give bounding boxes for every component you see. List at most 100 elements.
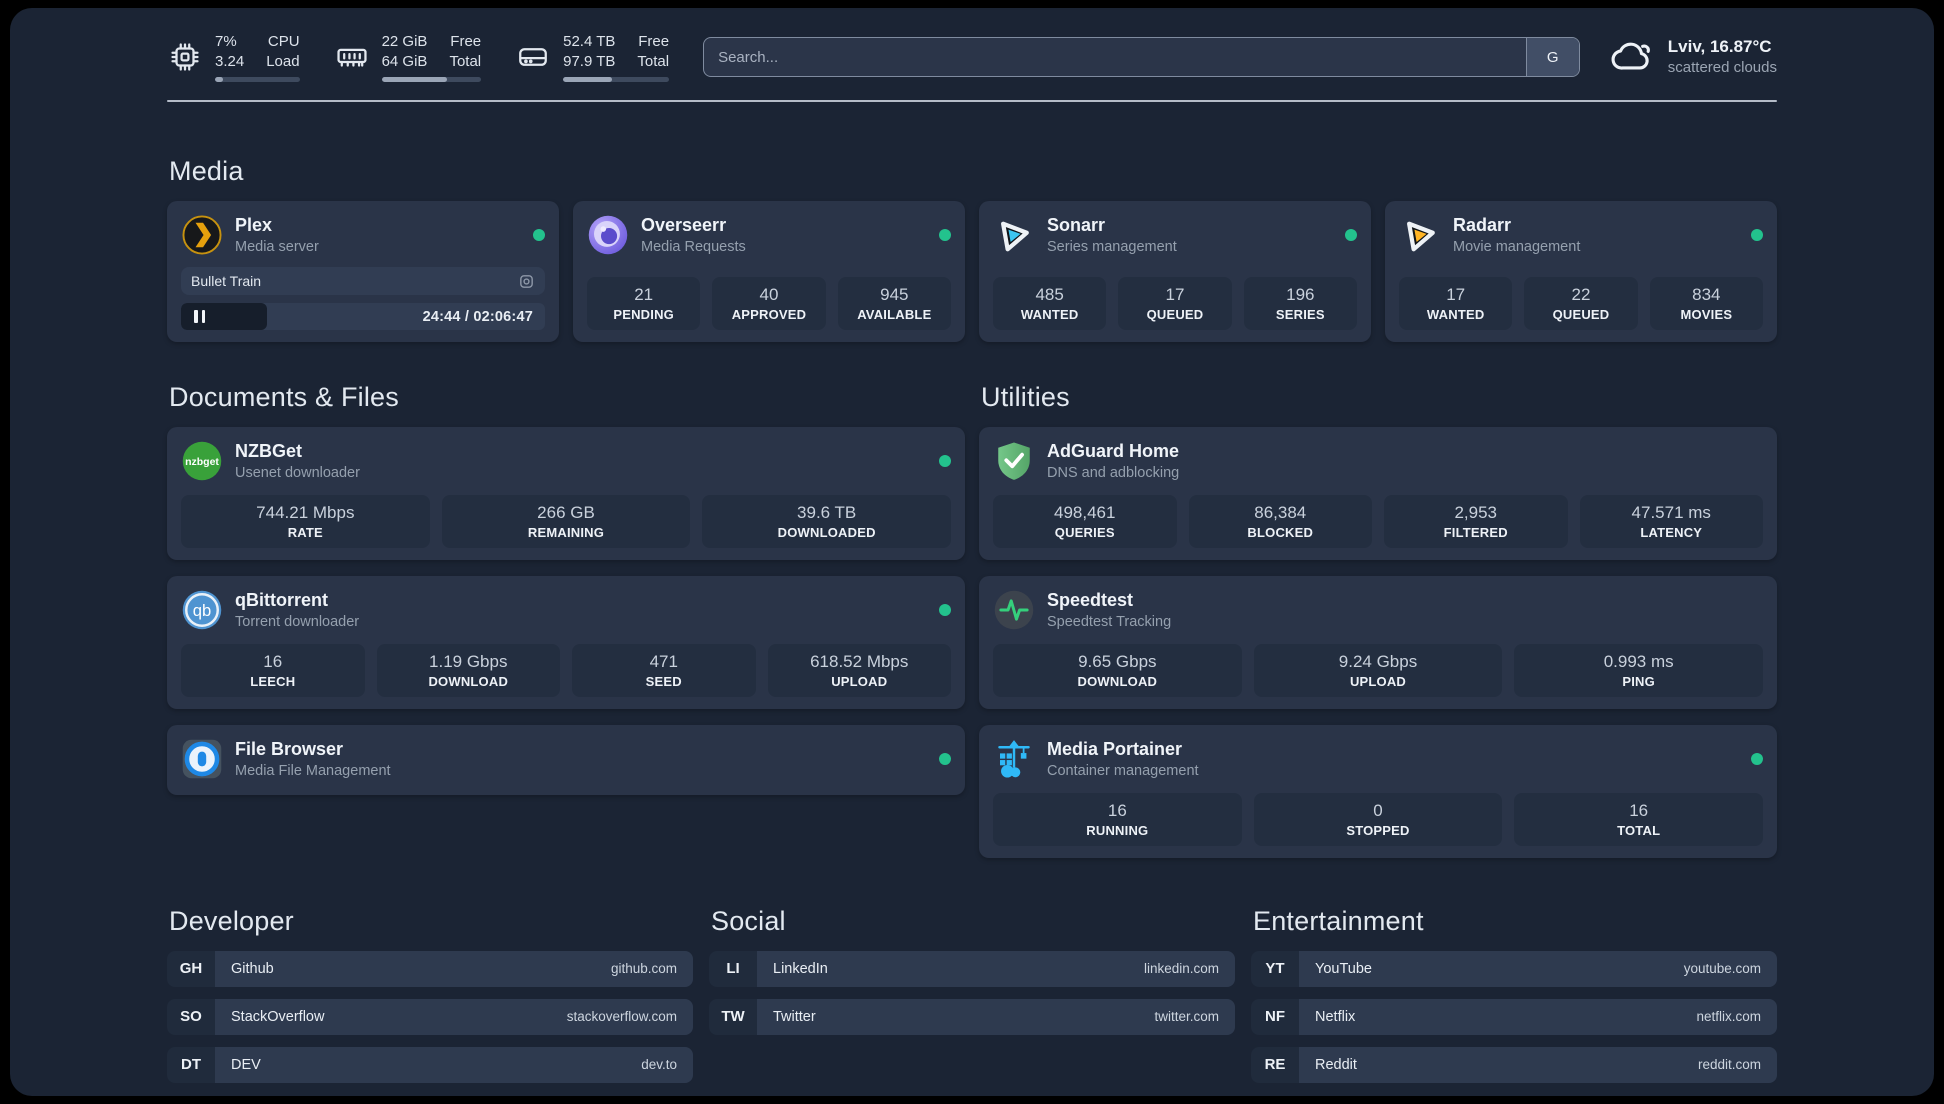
stat-value: 47.571 ms <box>1631 503 1711 522</box>
stat-tile: 471 SEED <box>572 643 756 697</box>
link-reddit[interactable]: RE Reddit reddit.com <box>1251 1046 1777 1083</box>
stat-value: 9.65 Gbps <box>1078 651 1157 671</box>
stat-label: BLOCKED <box>1247 525 1314 541</box>
app-stats-row: 21 PENDING 40 APPROVED 945 AVAILABLE <box>587 267 951 330</box>
link-url: dev.to <box>641 1057 677 1073</box>
stat-value: 9.24 Gbps <box>1338 651 1418 671</box>
stat-value: 196 <box>1286 285 1315 305</box>
link-twitter[interactable]: TW Twitter twitter.com <box>709 998 1235 1035</box>
system-stat-label: Total <box>637 53 670 70</box>
app-description: DNS and adblocking <box>1047 464 1180 481</box>
app-card-header: Plex Media server <box>181 211 545 259</box>
stat-tile: 17 WANTED <box>1399 277 1513 330</box>
system-stat-label: Free <box>638 32 670 50</box>
stat-label: QUEUED <box>1552 307 1610 323</box>
app-card-header: Speedtest Speedtest Tracking <box>993 586 1763 634</box>
stat-value: 0.993 ms <box>1603 651 1674 671</box>
radarr-icon <box>1399 214 1441 256</box>
system-stat-value: 64 GiB <box>381 53 428 70</box>
app-card-filebrowser[interactable]: File Browser Media File Management <box>167 724 965 795</box>
app-card-portainer[interactable]: Media Portainer Container management 16 RUN… <box>979 724 1777 858</box>
section-title-utilities: Utilities <box>981 382 1070 412</box>
link-url: netflix.com <box>1696 1009 1761 1025</box>
stat-label: MOVIES <box>1680 307 1733 323</box>
status-dot <box>939 603 951 616</box>
link-linkedin[interactable]: LI LinkedIn linkedin.com <box>709 950 1235 987</box>
app-card-radarr[interactable]: Radarr Movie management 17 WANTED 22 QUEUED 83… <box>1385 201 1777 342</box>
stat-label: PING <box>1622 674 1655 690</box>
link-name: Github <box>231 960 274 977</box>
adguard-icon <box>993 440 1035 482</box>
search-engine-button[interactable]: G <box>1525 38 1579 76</box>
link-stackoverflow[interactable]: SO StackOverflow stackoverflow.com <box>167 998 693 1035</box>
stat-value: 471 <box>649 651 678 671</box>
link-body: DEV dev.to <box>215 1046 693 1083</box>
app-card-overseerr[interactable]: Overseerr Media Requests 21 PENDING 40 APPROV… <box>573 201 965 342</box>
link-netflix[interactable]: NF Netflix netflix.com <box>1251 998 1777 1035</box>
stat-value: 17 <box>1446 285 1466 305</box>
link-body: Reddit reddit.com <box>1299 1046 1777 1083</box>
app-name: qBittorrent <box>235 590 328 611</box>
stat-label: LATENCY <box>1640 525 1703 541</box>
app-description: Series management <box>1047 238 1177 255</box>
link-abbreviation: TW <box>709 998 757 1035</box>
stat-label: APPROVED <box>731 307 807 323</box>
pause-button[interactable] <box>194 310 205 323</box>
app-card-header: nzbget NZBGet Usenet downloader <box>181 437 951 485</box>
portainer-icon <box>993 738 1035 780</box>
stat-label: RUNNING <box>1086 823 1149 839</box>
section-title-media: Media <box>169 156 244 186</box>
app-stats-row: 498,461 QUERIES 86,384 BLOCKED 2,953 FILTERED… <box>993 485 1763 548</box>
app-card-nzbget[interactable]: nzbget NZBGet Usenet downloader 744.21 Mbps… <box>167 427 965 560</box>
stat-tile: 16 LEECH <box>181 643 365 697</box>
stat-value: 485 <box>1035 285 1064 305</box>
stat-label: WANTED <box>1426 307 1485 323</box>
app-card-plex[interactable]: Plex Media server Bullet Train 24:44 / 02:0… <box>167 201 559 342</box>
stat-label: TOTAL <box>1617 823 1661 839</box>
app-card-sonarr[interactable]: Sonarr Series management 485 WANTED 17 QUEUED… <box>979 201 1371 342</box>
stat-tile: 744.21 Mbps RATE <box>181 495 430 548</box>
stat-value: 266 GB <box>537 503 595 522</box>
stat-tile: 196 SERIES <box>1243 277 1357 330</box>
app-name: AdGuard Home <box>1047 441 1180 462</box>
stat-label: REMAINING <box>527 525 605 541</box>
link-dev[interactable]: DT DEV dev.to <box>167 1046 693 1083</box>
stat-label: LEECH <box>250 674 296 690</box>
system-stat-value: 97.9 TB <box>563 53 616 70</box>
documents-files-stack: nzbget NZBGet Usenet downloader 744.21 Mbps… <box>167 427 965 795</box>
stat-label: DOWNLOADED <box>777 525 876 541</box>
app-card-speedtest[interactable]: Speedtest Speedtest Tracking 9.65 Gbps DOWN… <box>979 575 1777 709</box>
app-card-adguard[interactable]: AdGuard Home DNS and adblocking 498,461 QUE… <box>979 427 1777 560</box>
app-description: Speedtest Tracking <box>1047 613 1172 630</box>
app-card-header: File Browser Media File Management <box>181 735 951 783</box>
app-name: NZBGet <box>235 441 302 462</box>
link-abbreviation: GH <box>167 950 215 987</box>
svg-text:nzbget: nzbget <box>185 456 219 468</box>
link-youtube[interactable]: YT YouTube youtube.com <box>1251 950 1777 987</box>
app-card-header: qb qBittorrent Torrent downloader <box>181 586 951 634</box>
system-stat-progress-fill <box>215 77 224 83</box>
status-dot <box>1345 229 1357 241</box>
stat-tile: 86,384 BLOCKED <box>1188 495 1372 548</box>
stat-label: DOWNLOAD <box>1077 674 1158 690</box>
system-stat-label: Free <box>450 32 482 50</box>
system-stat-progress-fill <box>381 77 448 83</box>
app-card-header: Overseerr Media Requests <box>587 211 951 259</box>
app-titles: Speedtest Speedtest Tracking <box>1047 589 1171 631</box>
stat-tile: 945 AVAILABLE <box>837 277 951 330</box>
media-grid: Plex Media server Bullet Train 24:44 / 02:0… <box>167 201 1777 342</box>
filebrowser-icon <box>181 738 223 780</box>
stat-value: 86,384 <box>1254 503 1307 522</box>
overseerr-icon <box>587 214 629 256</box>
stat-label: STOPPED <box>1346 823 1410 839</box>
app-stats-row: 17 WANTED 22 QUEUED 834 MOVIES <box>1399 267 1763 330</box>
link-github[interactable]: GH Github github.com <box>167 950 693 987</box>
search-input[interactable] <box>703 37 1580 77</box>
system-stat-value: 22 GiB <box>381 32 428 50</box>
app-titles: File Browser Media File Management <box>235 738 391 780</box>
app-card-qbittorrent[interactable]: qb qBittorrent Torrent downloader 16 LEECH 1.… <box>167 575 965 709</box>
link-url: reddit.com <box>1697 1057 1761 1073</box>
stat-label: DOWNLOAD <box>428 674 509 690</box>
link-abbreviation: RE <box>1251 1046 1299 1083</box>
stat-tile: 1.19 Gbps DOWNLOAD <box>376 643 560 697</box>
